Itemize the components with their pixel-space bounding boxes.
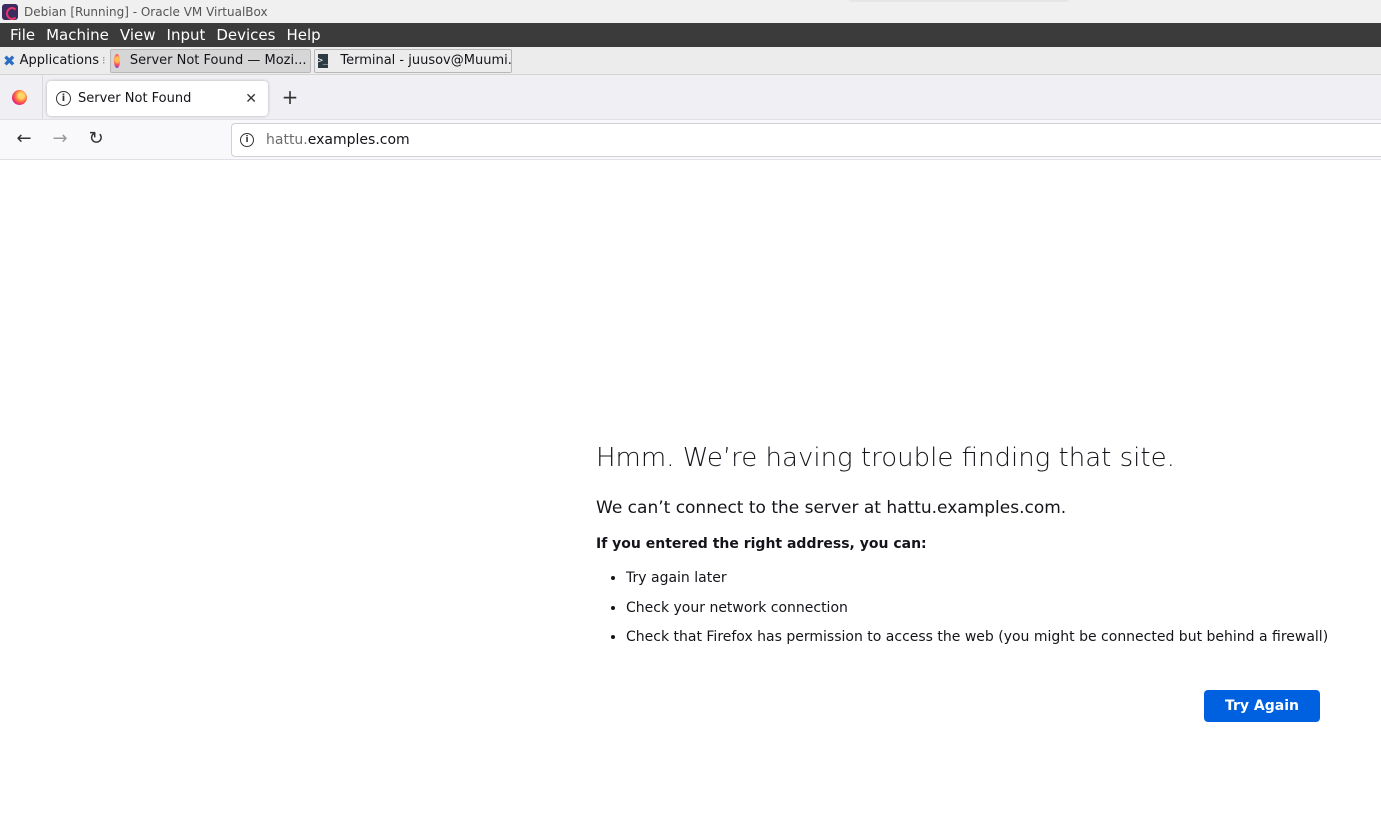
menu-file[interactable]: File — [0, 23, 42, 47]
tab-title: Server Not Found — [78, 91, 192, 106]
menu-view[interactable]: View — [116, 23, 163, 47]
firefox-view-icon[interactable] — [12, 90, 27, 105]
taskbar-item-terminal[interactable]: >_ Terminal - juusov@Muumi... — [313, 48, 512, 73]
applications-menu-button[interactable]: ✖ Applications ⁝ — [0, 47, 110, 74]
list-item: Check that Firefox has permission to acc… — [626, 628, 1356, 647]
error-message: We can’t connect to the server at hattu.… — [596, 498, 1067, 518]
url-domain: examples.com — [307, 132, 410, 148]
window-title: Debian [Running] - Oracle VM VirtualBox — [24, 4, 268, 19]
tab-server-not-found[interactable]: i Server Not Found ✕ — [47, 81, 268, 116]
vbox-menubar: File Machine View Input Devices Help — [0, 23, 1381, 47]
xfce-icon: ✖ — [3, 51, 16, 70]
error-hint: If you entered the right address, you ca… — [596, 536, 927, 552]
taskbar-item-label: Terminal - juusov@Muumi... — [340, 53, 512, 68]
firefox-icon — [113, 53, 120, 68]
close-tab-icon[interactable]: ✕ — [245, 91, 257, 107]
back-button[interactable]: ← — [13, 128, 35, 150]
panel-separator-icon: ⁝ — [102, 54, 106, 67]
list-item: Try again later — [626, 569, 1356, 588]
new-tab-button[interactable]: + — [281, 87, 299, 107]
navigation-toolbar: ← → ↻ i hattu. examples.com — [0, 120, 1381, 160]
info-icon: i — [56, 91, 71, 106]
suggestion-list: Try again later Check your network conne… — [596, 569, 1356, 647]
error-content: Hmm. We’re having trouble finding that s… — [596, 438, 1356, 658]
debian-icon — [2, 3, 18, 20]
forward-button[interactable]: → — [49, 128, 71, 150]
reload-button[interactable]: ↻ — [85, 128, 107, 150]
taskbar-item-firefox[interactable]: Server Not Found — Mozi... — [109, 48, 311, 73]
vbox-titlebar: Debian [Running] - Oracle VM VirtualBox — [0, 0, 1381, 23]
try-again-button[interactable]: Try Again — [1204, 690, 1320, 722]
desktop-panel: ✖ Applications ⁝ Server Not Found — Mozi… — [0, 47, 1381, 75]
menu-help[interactable]: Help — [282, 23, 327, 47]
taskbar-item-label: Server Not Found — Mozi... — [129, 53, 307, 68]
error-heading: Hmm. We’re having trouble finding that s… — [596, 443, 1175, 473]
url-bar[interactable]: i hattu. examples.com — [231, 123, 1381, 157]
menu-devices[interactable]: Devices — [212, 23, 282, 47]
menu-machine[interactable]: Machine — [42, 23, 116, 47]
site-info-icon[interactable]: i — [240, 133, 254, 147]
menu-input[interactable]: Input — [163, 23, 213, 47]
titlebar-decoration — [848, 0, 1070, 2]
terminal-icon: >_ — [317, 53, 329, 68]
applications-label: Applications — [19, 53, 99, 68]
tab-strip-divider — [42, 75, 43, 119]
list-item: Check your network connection — [626, 599, 1356, 618]
url-subdomain: hattu. — [266, 132, 308, 148]
firefox-tab-strip: i Server Not Found ✕ + — [0, 75, 1381, 120]
